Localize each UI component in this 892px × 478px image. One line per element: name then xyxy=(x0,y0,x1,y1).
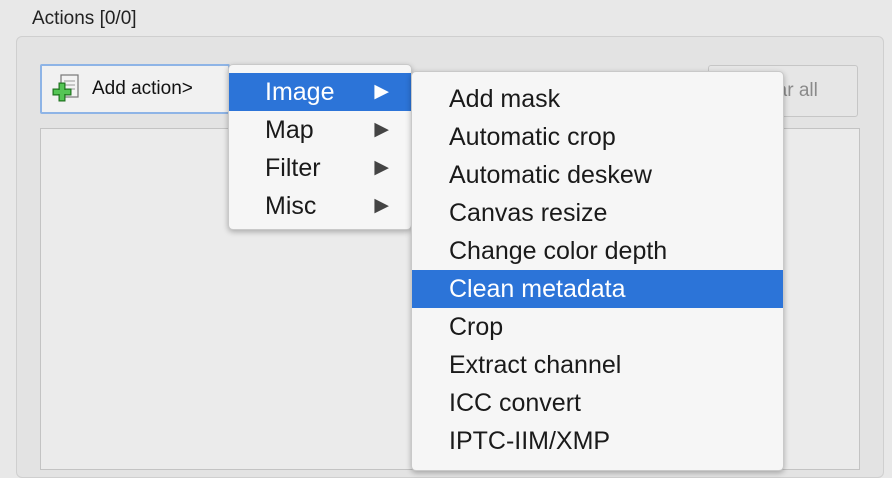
submenu-item-canvas-resize[interactable]: Canvas resize xyxy=(412,194,783,232)
menu-item-label: Filter xyxy=(265,154,321,182)
submenu-arrow-icon: ▶ xyxy=(374,195,389,216)
submenu-arrow-icon: ▶ xyxy=(374,119,389,140)
submenu-item-add-mask[interactable]: Add mask xyxy=(412,80,783,118)
add-action-label: Add action> xyxy=(92,78,193,99)
submenu-item-change-color-depth[interactable]: Change color depth xyxy=(412,232,783,270)
image-submenu: Add mask Automatic crop Automatic deskew… xyxy=(411,71,784,471)
group-title: Actions [0/0] xyxy=(32,8,137,29)
submenu-item-automatic-deskew[interactable]: Automatic deskew xyxy=(412,156,783,194)
submenu-item-clean-metadata[interactable]: Clean metadata xyxy=(412,270,783,308)
add-action-button[interactable]: Add action> xyxy=(40,64,230,114)
submenu-item-crop[interactable]: Crop xyxy=(412,308,783,346)
menu-item-map[interactable]: Map ▶ xyxy=(229,111,411,149)
menu-item-label: Image xyxy=(265,78,335,106)
submenu-item-iptc-iim-xmp[interactable]: IPTC-IIM/XMP xyxy=(412,422,783,460)
add-document-icon xyxy=(50,72,84,106)
submenu-item-icc-convert[interactable]: ICC convert xyxy=(412,384,783,422)
submenu-item-extract-channel[interactable]: Extract channel xyxy=(412,346,783,384)
menu-item-misc[interactable]: Misc ▶ xyxy=(229,187,411,225)
submenu-arrow-icon: ▶ xyxy=(374,81,389,102)
submenu-arrow-icon: ▶ xyxy=(374,157,389,178)
menu-item-filter[interactable]: Filter ▶ xyxy=(229,149,411,187)
menu-item-image[interactable]: Image ▶ xyxy=(229,73,411,111)
menu-item-label: Map xyxy=(265,116,314,144)
submenu-item-automatic-crop[interactable]: Automatic crop xyxy=(412,118,783,156)
menu-item-label: Misc xyxy=(265,192,317,220)
add-action-menu: Image ▶ Map ▶ Filter ▶ Misc ▶ xyxy=(228,64,412,230)
